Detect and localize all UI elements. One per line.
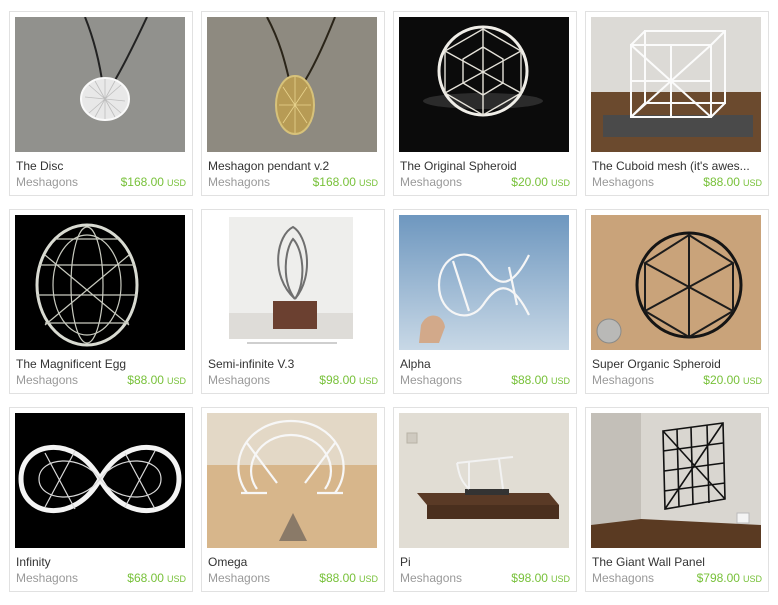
listing-card[interactable]: Meshagon pendant v.2 Meshagons $168.00 US… — [201, 11, 385, 196]
shop-name[interactable]: Meshagons — [16, 571, 78, 585]
listing-title[interactable]: Meshagon pendant v.2 — [208, 159, 380, 173]
price-currency: USD — [166, 574, 186, 584]
price-amount: $88.00 — [511, 373, 548, 387]
listing-price: $88.00 USD — [511, 373, 570, 387]
listing-card[interactable]: Omega Meshagons $88.00 USD — [201, 407, 385, 592]
listing-title[interactable]: The Magnificent Egg — [16, 357, 188, 371]
price-currency: USD — [550, 376, 570, 386]
shop-name[interactable]: Meshagons — [400, 571, 462, 585]
shop-name[interactable]: Meshagons — [592, 175, 654, 189]
listing-price: $168.00 USD — [313, 175, 378, 189]
price-currency: USD — [742, 574, 762, 584]
listing-title[interactable]: Super Organic Spheroid — [592, 357, 764, 371]
price-amount: $98.00 — [319, 373, 356, 387]
shop-name[interactable]: Meshagons — [208, 571, 270, 585]
listing-title[interactable]: The Original Spheroid — [400, 159, 572, 173]
listing-price: $168.00 USD — [121, 175, 186, 189]
gold-pendant-image — [207, 17, 377, 152]
price-currency: USD — [742, 376, 762, 386]
listing-image[interactable] — [399, 413, 569, 548]
listing-card[interactable]: The Original Spheroid Meshagons $20.00 US… — [393, 11, 577, 196]
infinity-image — [15, 413, 185, 548]
price-amount: $20.00 — [703, 373, 740, 387]
listing-title[interactable]: Infinity — [16, 555, 188, 569]
price-amount: $20.00 — [511, 175, 548, 189]
price-currency: USD — [358, 178, 378, 188]
listing-image[interactable] — [207, 215, 377, 350]
shop-name[interactable]: Meshagons — [16, 175, 78, 189]
listing-card[interactable]: Semi-infinite V.3 Meshagons $98.00 USD — [201, 209, 385, 394]
listing-image[interactable] — [399, 17, 569, 152]
listing-card[interactable]: The Disc Meshagons $168.00 USD — [9, 11, 193, 196]
listing-image[interactable] — [15, 17, 185, 152]
listing-title[interactable]: Pi — [400, 555, 572, 569]
price-amount: $88.00 — [703, 175, 740, 189]
price-currency: USD — [166, 376, 186, 386]
shop-name[interactable]: Meshagons — [400, 175, 462, 189]
listing-card[interactable]: Infinity Meshagons $68.00 USD — [9, 407, 193, 592]
price-amount: $98.00 — [511, 571, 548, 585]
shop-name[interactable]: Meshagons — [208, 373, 270, 387]
semi-infinite-image — [207, 215, 377, 350]
listing-image[interactable] — [591, 215, 761, 350]
listing-card[interactable]: The Magnificent Egg Meshagons $88.00 USD — [9, 209, 193, 394]
listing-image[interactable] — [207, 413, 377, 548]
listing-price: $98.00 USD — [511, 571, 570, 585]
listing-price: $20.00 USD — [511, 175, 570, 189]
shop-name[interactable]: Meshagons — [400, 373, 462, 387]
omega-image — [207, 413, 377, 548]
shop-name[interactable]: Meshagons — [592, 571, 654, 585]
shop-name[interactable]: Meshagons — [592, 373, 654, 387]
listing-title[interactable]: Omega — [208, 555, 380, 569]
listing-price: $68.00 USD — [127, 571, 186, 585]
listing-image[interactable] — [207, 17, 377, 152]
listing-image[interactable] — [591, 413, 761, 548]
price-currency: USD — [550, 574, 570, 584]
price-currency: USD — [550, 178, 570, 188]
price-amount: $168.00 — [312, 175, 356, 189]
listing-title[interactable]: Alpha — [400, 357, 572, 371]
listing-image[interactable] — [15, 413, 185, 548]
shop-name[interactable]: Meshagons — [16, 373, 78, 387]
listing-price: $798.00 USD — [697, 571, 762, 585]
listing-card[interactable]: Super Organic Spheroid Meshagons $20.00 U… — [585, 209, 769, 394]
price-currency: USD — [166, 178, 186, 188]
price-amount: $68.00 — [127, 571, 164, 585]
pi-image — [399, 413, 569, 548]
price-currency: USD — [358, 574, 378, 584]
listing-price: $88.00 USD — [319, 571, 378, 585]
disc-pendant-image — [15, 17, 185, 152]
price-currency: USD — [358, 376, 378, 386]
listing-price: $20.00 USD — [703, 373, 762, 387]
listing-image[interactable] — [591, 17, 761, 152]
listing-title[interactable]: The Cuboid mesh (it's awes... — [592, 159, 764, 173]
spheroid-image — [399, 17, 569, 152]
price-amount: $88.00 — [319, 571, 356, 585]
cuboid-image — [591, 17, 761, 152]
price-amount: $798.00 — [696, 571, 740, 585]
listing-card[interactable]: The Giant Wall Panel Meshagons $798.00 US… — [585, 407, 769, 592]
wall-panel-image — [591, 413, 761, 548]
listing-image[interactable] — [15, 215, 185, 350]
price-amount: $88.00 — [127, 373, 164, 387]
listing-card[interactable]: Pi Meshagons $98.00 USD — [393, 407, 577, 592]
listing-price: $98.00 USD — [319, 373, 378, 387]
listing-price: $88.00 USD — [127, 373, 186, 387]
listing-price: $88.00 USD — [703, 175, 762, 189]
price-currency: USD — [742, 178, 762, 188]
egg-image — [15, 215, 185, 350]
listing-title[interactable]: Semi-infinite V.3 — [208, 357, 380, 371]
listing-card[interactable]: The Cuboid mesh (it's awes... Meshagons … — [585, 11, 769, 196]
listing-title[interactable]: The Giant Wall Panel — [592, 555, 764, 569]
price-amount: $168.00 — [120, 175, 164, 189]
listing-image[interactable] — [399, 215, 569, 350]
alpha-image — [399, 215, 569, 350]
listing-card[interactable]: Alpha Meshagons $88.00 USD — [393, 209, 577, 394]
listing-title[interactable]: The Disc — [16, 159, 188, 173]
black-spheroid-image — [591, 215, 761, 350]
listing-grid: The Disc Meshagons $168.00 USD Meshagon p… — [0, 0, 778, 605]
shop-name[interactable]: Meshagons — [208, 175, 270, 189]
